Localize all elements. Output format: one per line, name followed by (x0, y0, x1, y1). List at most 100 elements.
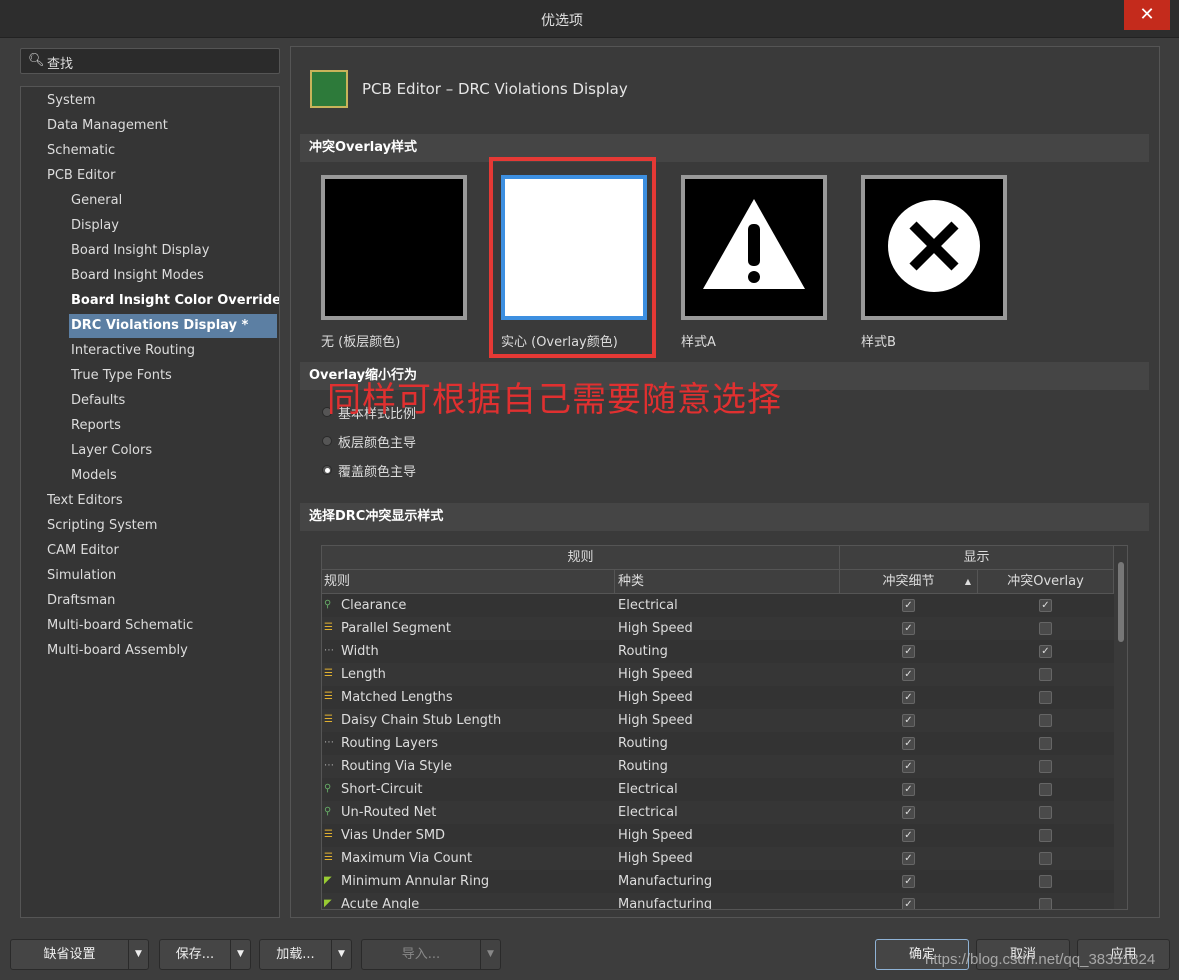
overlay-checkbox[interactable] (1039, 829, 1052, 842)
overlay-style-label: 样式B (861, 335, 896, 350)
tree-item-label: PCB Editor (47, 168, 116, 183)
tree-item[interactable]: True Type Fonts (71, 364, 279, 388)
radio-button[interactable] (322, 436, 332, 446)
detail-checkbox[interactable]: ✓ (902, 737, 915, 750)
col-detail[interactable]: 冲突细节 ▲ (840, 570, 978, 594)
overlay-checkbox[interactable] (1039, 691, 1052, 704)
overlay-checkbox[interactable] (1039, 875, 1052, 888)
tree-item[interactable]: ▶Multi-board Assembly (47, 639, 279, 663)
tree-item[interactable]: ▶Multi-board Schematic (47, 614, 279, 638)
detail-checkbox[interactable]: ✓ (902, 760, 915, 773)
detail-checkbox[interactable]: ✓ (902, 829, 915, 842)
load-button[interactable]: 加载... ▼ (259, 939, 352, 970)
chevron-down-icon[interactable]: ▼ (128, 940, 148, 969)
cross-icon (888, 200, 980, 292)
tree-item[interactable]: Defaults (71, 389, 279, 413)
rule-type: High Speed (618, 621, 693, 636)
defaults-button[interactable]: 缺省设置 ▼ (10, 939, 149, 970)
routing-rule-icon: ⋯ (324, 737, 334, 748)
overlay-checkbox[interactable]: ✓ (1039, 599, 1052, 612)
detail-checkbox[interactable]: ✓ (902, 898, 915, 909)
tree-item[interactable]: ▶Draftsman (47, 589, 279, 613)
detail-checkbox[interactable]: ✓ (902, 806, 915, 819)
tree-item[interactable]: Reports (71, 414, 279, 438)
table-row[interactable]: ☰ Daisy Chain Stub Length High Speed ✓ (322, 709, 1114, 732)
tree-item[interactable]: General (71, 189, 279, 213)
tree-item[interactable]: Board Insight Modes (71, 264, 279, 288)
tree-item[interactable]: Layer Colors (71, 439, 279, 463)
detail-checkbox[interactable]: ✓ (902, 714, 915, 727)
table-row[interactable]: ◤ Minimum Annular Ring Manufacturing ✓ (322, 870, 1114, 893)
tree-item[interactable]: ▶Schematic (47, 139, 279, 163)
group-header-rules: 规则 (322, 546, 840, 570)
detail-checkbox[interactable]: ✓ (902, 783, 915, 796)
routing-rule-icon: ⋯ (324, 645, 334, 656)
overlay-checkbox[interactable] (1039, 668, 1052, 681)
tree-item[interactable]: Models (71, 464, 279, 488)
overlay-checkbox[interactable] (1039, 760, 1052, 773)
col-type[interactable]: 种类 (615, 570, 840, 594)
chevron-down-icon[interactable]: ▼ (331, 940, 351, 969)
drc-table: 规则 显示 规则 种类 冲突细节 ▲ 冲突Overlay ⚲ Clearance El… (321, 545, 1128, 910)
manufacturing-rule-icon: ◤ (324, 898, 332, 909)
radio-label[interactable]: 覆盖颜色主导 (338, 461, 416, 480)
watermark: https://blog.csdn.net/qq_38351824 (925, 951, 1156, 968)
table-row[interactable]: ☰ Parallel Segment High Speed ✓ (322, 617, 1114, 640)
chevron-down-icon[interactable]: ▼ (480, 940, 500, 969)
chevron-down-icon[interactable]: ▼ (230, 940, 250, 969)
col-overlay[interactable]: 冲突Overlay (978, 570, 1114, 594)
tree-item[interactable]: ▶System (47, 89, 279, 113)
tree-item[interactable]: ▶Data Management (47, 114, 279, 138)
rule-name: Vias Under SMD (341, 828, 446, 843)
tree-item[interactable]: ▶Scripting System (47, 514, 279, 538)
overlay-checkbox[interactable] (1039, 898, 1052, 909)
import-button[interactable]: 导入... ▼ (361, 939, 501, 970)
table-row[interactable]: ⋯ Width Routing ✓ ✓ (322, 640, 1114, 663)
overlay-checkbox[interactable] (1039, 806, 1052, 819)
table-row[interactable]: ⚲ Clearance Electrical ✓ ✓ (322, 594, 1114, 617)
table-row[interactable]: ⋯ Routing Via Style Routing ✓ (322, 755, 1114, 778)
save-button[interactable]: 保存... ▼ (159, 939, 251, 970)
tree-item[interactable]: ▶Simulation (47, 564, 279, 588)
overlay-checkbox[interactable] (1039, 622, 1052, 635)
detail-checkbox[interactable]: ✓ (902, 622, 915, 635)
highspeed-rule-icon: ☰ (324, 829, 333, 840)
table-row[interactable]: ☰ Maximum Via Count High Speed ✓ (322, 847, 1114, 870)
overlay-checkbox[interactable] (1039, 714, 1052, 727)
detail-checkbox[interactable]: ✓ (902, 852, 915, 865)
search-input[interactable]: 🔍︎ 查找 (20, 48, 280, 74)
detail-checkbox[interactable]: ✓ (902, 599, 915, 612)
overlay-checkbox[interactable] (1039, 783, 1052, 796)
tree-item[interactable]: DRC Violations Display * (69, 314, 277, 338)
table-row[interactable]: ⋯ Routing Layers Routing ✓ (322, 732, 1114, 755)
overlay-style-warning[interactable] (681, 175, 827, 320)
detail-checkbox[interactable]: ✓ (902, 645, 915, 658)
table-row[interactable]: ☰ Matched Lengths High Speed ✓ (322, 686, 1114, 709)
overlay-checkbox[interactable]: ✓ (1039, 645, 1052, 658)
overlay-checkbox[interactable] (1039, 737, 1052, 750)
tree-item[interactable]: Interactive Routing (71, 339, 279, 363)
close-button[interactable]: ✕ (1124, 0, 1170, 30)
scrollbar-thumb[interactable] (1118, 562, 1124, 642)
table-row[interactable]: ☰ Length High Speed ✓ (322, 663, 1114, 686)
warning-icon (703, 199, 805, 289)
tree-item[interactable]: Board Insight Display (71, 239, 279, 263)
tree-item[interactable]: ▶CAM Editor (47, 539, 279, 563)
tree-item[interactable]: ▼PCB Editor (47, 164, 279, 188)
radio-label[interactable]: 板层颜色主导 (338, 432, 416, 451)
table-row[interactable]: ⚲ Short-Circuit Electrical ✓ (322, 778, 1114, 801)
detail-checkbox[interactable]: ✓ (902, 875, 915, 888)
overlay-checkbox[interactable] (1039, 852, 1052, 865)
table-row[interactable]: ⚲ Un-Routed Net Electrical ✓ (322, 801, 1114, 824)
tree-item[interactable]: ▶Text Editors (47, 489, 279, 513)
detail-checkbox[interactable]: ✓ (902, 668, 915, 681)
table-row[interactable]: ☰ Vias Under SMD High Speed ✓ (322, 824, 1114, 847)
tree-item[interactable]: Board Insight Color Overrides * (71, 289, 279, 313)
col-rule[interactable]: 规则 (322, 570, 615, 594)
table-row[interactable]: ◤ Acute Angle Manufacturing ✓ (322, 893, 1114, 909)
detail-checkbox[interactable]: ✓ (902, 691, 915, 704)
tree-item[interactable]: Display (71, 214, 279, 238)
overlay-style-none[interactable] (321, 175, 467, 320)
radio-button[interactable] (322, 465, 332, 475)
overlay-style-cross[interactable] (861, 175, 1007, 320)
